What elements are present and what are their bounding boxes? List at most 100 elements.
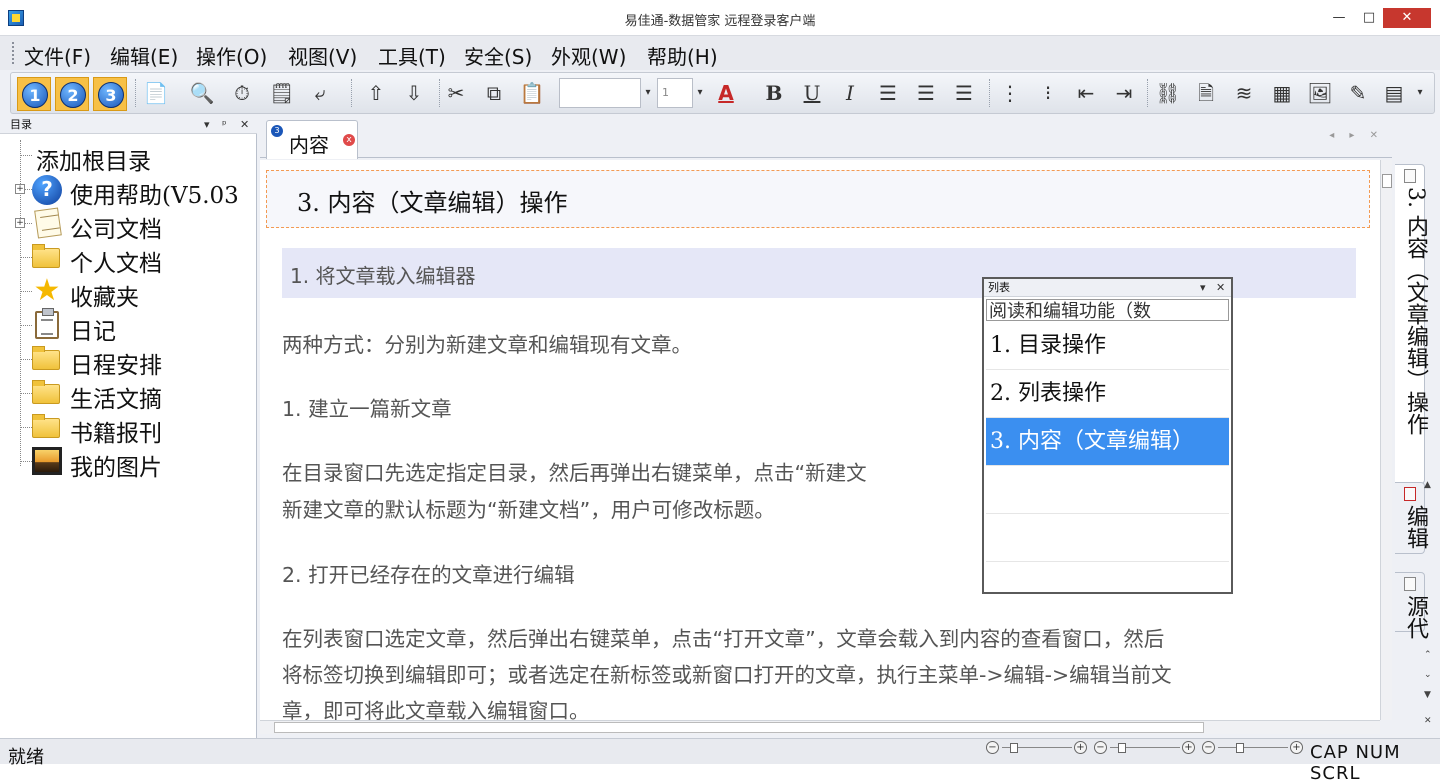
list-close-icon[interactable]: ✕ [1216,279,1225,297]
font-name-select[interactable] [559,78,641,108]
tree-item-personal-docs[interactable]: 个人文档 [0,240,257,277]
scroll-up-icon[interactable]: ⌃ [1424,650,1432,660]
tree-item-company-docs[interactable]: + 公司文档 [0,206,257,243]
expand-icon[interactable]: + [15,184,25,194]
new-document-icon[interactable]: 📄 [141,78,171,108]
form-icon[interactable]: ▤ [1379,78,1409,108]
move-down-icon[interactable]: ⇩ [399,78,429,108]
font-size-select[interactable]: 1 [657,78,693,108]
zoom-knob[interactable] [1118,743,1126,753]
menubar-grip[interactable] [12,42,16,64]
outdent-icon[interactable]: ⇤ [1071,78,1101,108]
align-left-icon[interactable]: ☰ [873,78,903,108]
link-icon[interactable]: ⛓ [1153,78,1183,108]
tree-item-schedule[interactable]: 日程安排 [0,342,257,379]
font-name-dropdown-icon[interactable]: ▾ [641,78,655,108]
tab-scroll-arrows-icon[interactable]: ◂ ▸ ✕ [1329,130,1384,141]
menu-tools[interactable]: 工具(T) [378,41,446,70]
tree-item-add-root[interactable]: 添加根目录 [0,138,257,175]
minimize-button[interactable]: — [1324,8,1354,28]
bullet-list-icon[interactable]: ⁝ [1033,78,1063,108]
close-button[interactable]: ✕ [1383,8,1431,28]
list-window-titlebar[interactable]: 列表 ▾ ✕ [984,279,1231,297]
tree-connector [20,427,32,428]
tab-scroll-arrows[interactable]: ▲ ⌃ ⌄ ▼ ✕ [1420,160,1438,735]
italic-button[interactable]: I [835,78,865,108]
tree-item-digest[interactable]: 生活文摘 [0,376,257,413]
level-1-button[interactable]: 1 [17,77,51,111]
list-item[interactable]: 1. 目录操作 [986,322,1229,370]
zoom-knob[interactable] [1236,743,1244,753]
notes-icon[interactable]: 🗒 [267,78,297,108]
zoom-knob[interactable] [1010,743,1018,753]
document-vertical-scrollbar[interactable] [1380,160,1392,720]
font-size-dropdown-icon[interactable]: ▾ [693,78,707,108]
tree-item-books[interactable]: 书籍报刊 [0,410,257,447]
zoom-slider[interactable]: − + [1094,741,1198,755]
zoom-in-icon[interactable]: + [1182,741,1195,754]
tree-item-favorites[interactable]: ★ 收藏夹 [0,274,257,311]
close-icon[interactable]: ✕ [1424,716,1432,726]
align-right-icon[interactable]: ☰ [949,78,979,108]
tree-item-label: 日程安排 [70,353,162,379]
tab-close-icon[interactable]: x [343,134,355,146]
document-icon [1404,169,1416,183]
zoom-out-icon[interactable]: − [986,741,999,754]
menu-security[interactable]: 安全(S) [464,41,532,70]
menu-file[interactable]: 文件(F) [24,41,91,70]
document-horizontal-scrollbar[interactable] [260,720,1380,734]
zoom-in-icon[interactable]: + [1074,741,1087,754]
menu-edit[interactable]: 编辑(E) [110,41,178,70]
menu-view[interactable]: 视图(V) [288,41,357,70]
numbered-list-icon[interactable]: ⋮ [995,78,1025,108]
panel-close-icon[interactable]: ✕ [240,116,249,134]
move-up-icon[interactable]: ⇧ [361,78,391,108]
underline-button[interactable]: U [797,78,827,108]
scroll-down-icon[interactable]: ▼ [1424,690,1431,700]
align-center-icon[interactable]: ☰ [911,78,941,108]
tree-item-diary[interactable]: 日记 [0,308,257,345]
tab-content[interactable]: 3 内容 x [266,120,358,159]
indent-icon[interactable]: ⇥ [1109,78,1139,108]
expand-icon[interactable]: + [15,218,25,228]
cut-icon[interactable]: ✂ [441,78,471,108]
panel-pin-icon[interactable]: ᵖ [222,116,227,134]
zoom-out-icon[interactable]: − [1094,741,1107,754]
find-icon[interactable]: 🔍 [187,78,217,108]
tree-item-help[interactable]: + ? 使用帮助(V5.03 [0,172,257,209]
tree-item-pictures[interactable]: 我的图片 [0,444,257,481]
import-icon[interactable]: ⤶ [305,78,335,108]
scroll-up-icon[interactable]: ▲ [1424,480,1431,490]
level-2-label: 2 [60,82,86,108]
list-item[interactable]: 2. 列表操作 [986,370,1229,418]
bold-button[interactable]: B [759,78,789,108]
list-menu-icon[interactable]: ▾ [1200,279,1206,297]
tree-item-label: 生活文摘 [70,387,162,413]
clock-icon[interactable]: ⏱ [227,78,257,108]
scrollbar-thumb[interactable] [274,722,1204,733]
zoom-in-icon[interactable]: + [1290,741,1303,754]
copy-icon[interactable]: ⧉ [479,78,509,108]
list-column-header[interactable]: 阅读和编辑功能（数 [986,299,1229,321]
paste-icon[interactable]: 📋 [517,78,547,108]
menu-help[interactable]: 帮助(H) [647,41,718,70]
scroll-down-icon[interactable]: ⌄ [1424,670,1432,680]
scrollbar-thumb[interactable] [1382,174,1392,188]
table-icon[interactable]: ▦ [1267,78,1297,108]
document-icon[interactable]: 🗎 [1191,78,1221,108]
menu-operation[interactable]: 操作(O) [196,41,267,70]
toolbar-overflow-icon[interactable]: ▾ [1413,78,1427,108]
layers-icon[interactable]: ≋ [1229,78,1259,108]
edit-icon[interactable]: ✎ [1343,78,1373,108]
menu-appearance[interactable]: 外观(W) [551,41,626,70]
zoom-slider[interactable]: − + [986,741,1090,755]
image-icon[interactable]: 🖼 [1305,78,1335,108]
maximize-button[interactable]: □ [1354,8,1384,28]
zoom-out-icon[interactable]: − [1202,741,1215,754]
list-item-selected[interactable]: 3. 内容（文章编辑） [986,418,1229,466]
zoom-slider[interactable]: − + [1202,741,1306,755]
level-3-button[interactable]: 3 [93,77,127,111]
level-2-button[interactable]: 2 [55,77,89,111]
font-color-button[interactable]: A [711,78,741,108]
panel-menu-icon[interactable]: ▾ [204,116,210,134]
